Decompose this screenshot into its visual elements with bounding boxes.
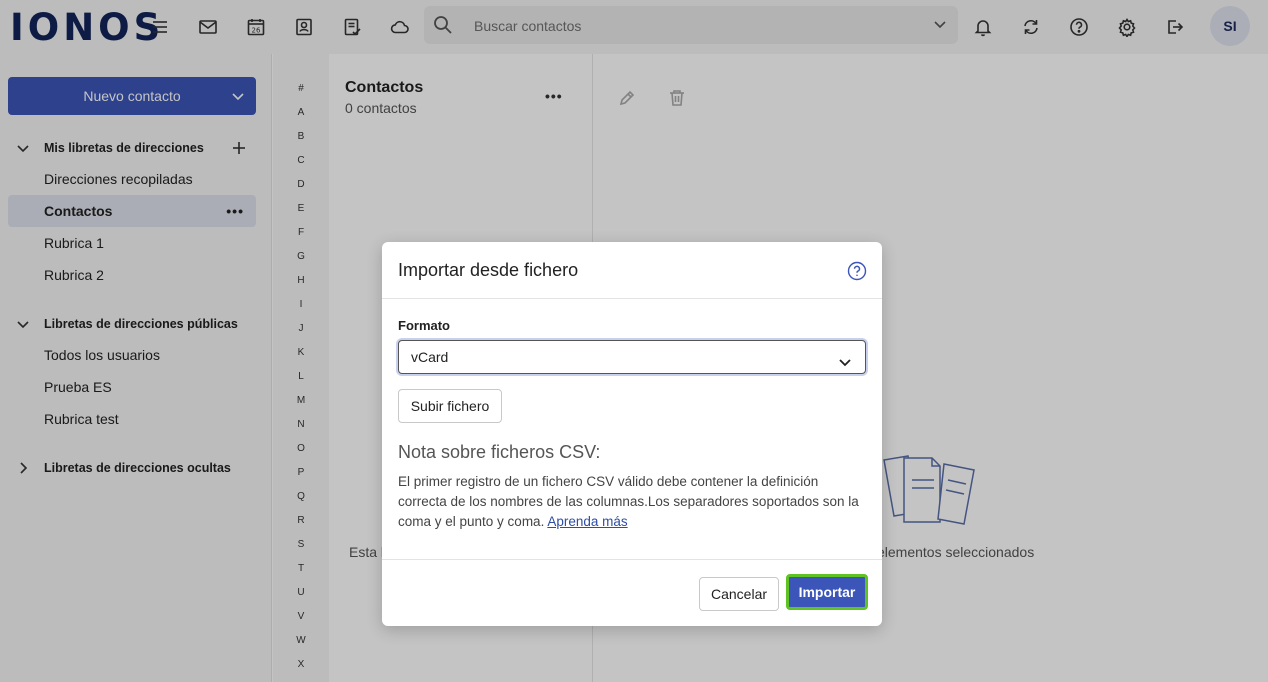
help-icon[interactable]	[847, 261, 867, 281]
import-button[interactable]: Importar	[786, 574, 868, 610]
dialog-title: Importar desde fichero	[398, 260, 579, 280]
chevron-down-icon[interactable]	[837, 349, 853, 367]
csv-note-title: Nota sobre ficheros CSV:	[398, 442, 601, 462]
format-label: Formato	[398, 318, 450, 333]
upload-file-button[interactable]: Subir fichero	[398, 389, 502, 423]
format-selected-value: vCard	[411, 349, 449, 365]
format-select[interactable]: vCard	[398, 340, 866, 374]
cancel-button[interactable]: Cancelar	[699, 577, 779, 611]
csv-note-text: El primer registro de un fichero CSV vál…	[398, 472, 868, 532]
dialog-divider	[382, 298, 882, 299]
import-dialog: Importar desde fichero Formato vCard Sub…	[382, 242, 882, 626]
csv-note-body: El primer registro de un fichero CSV vál…	[398, 474, 859, 529]
learn-more-link[interactable]: Aprenda más	[547, 514, 627, 529]
dialog-divider	[382, 559, 882, 560]
